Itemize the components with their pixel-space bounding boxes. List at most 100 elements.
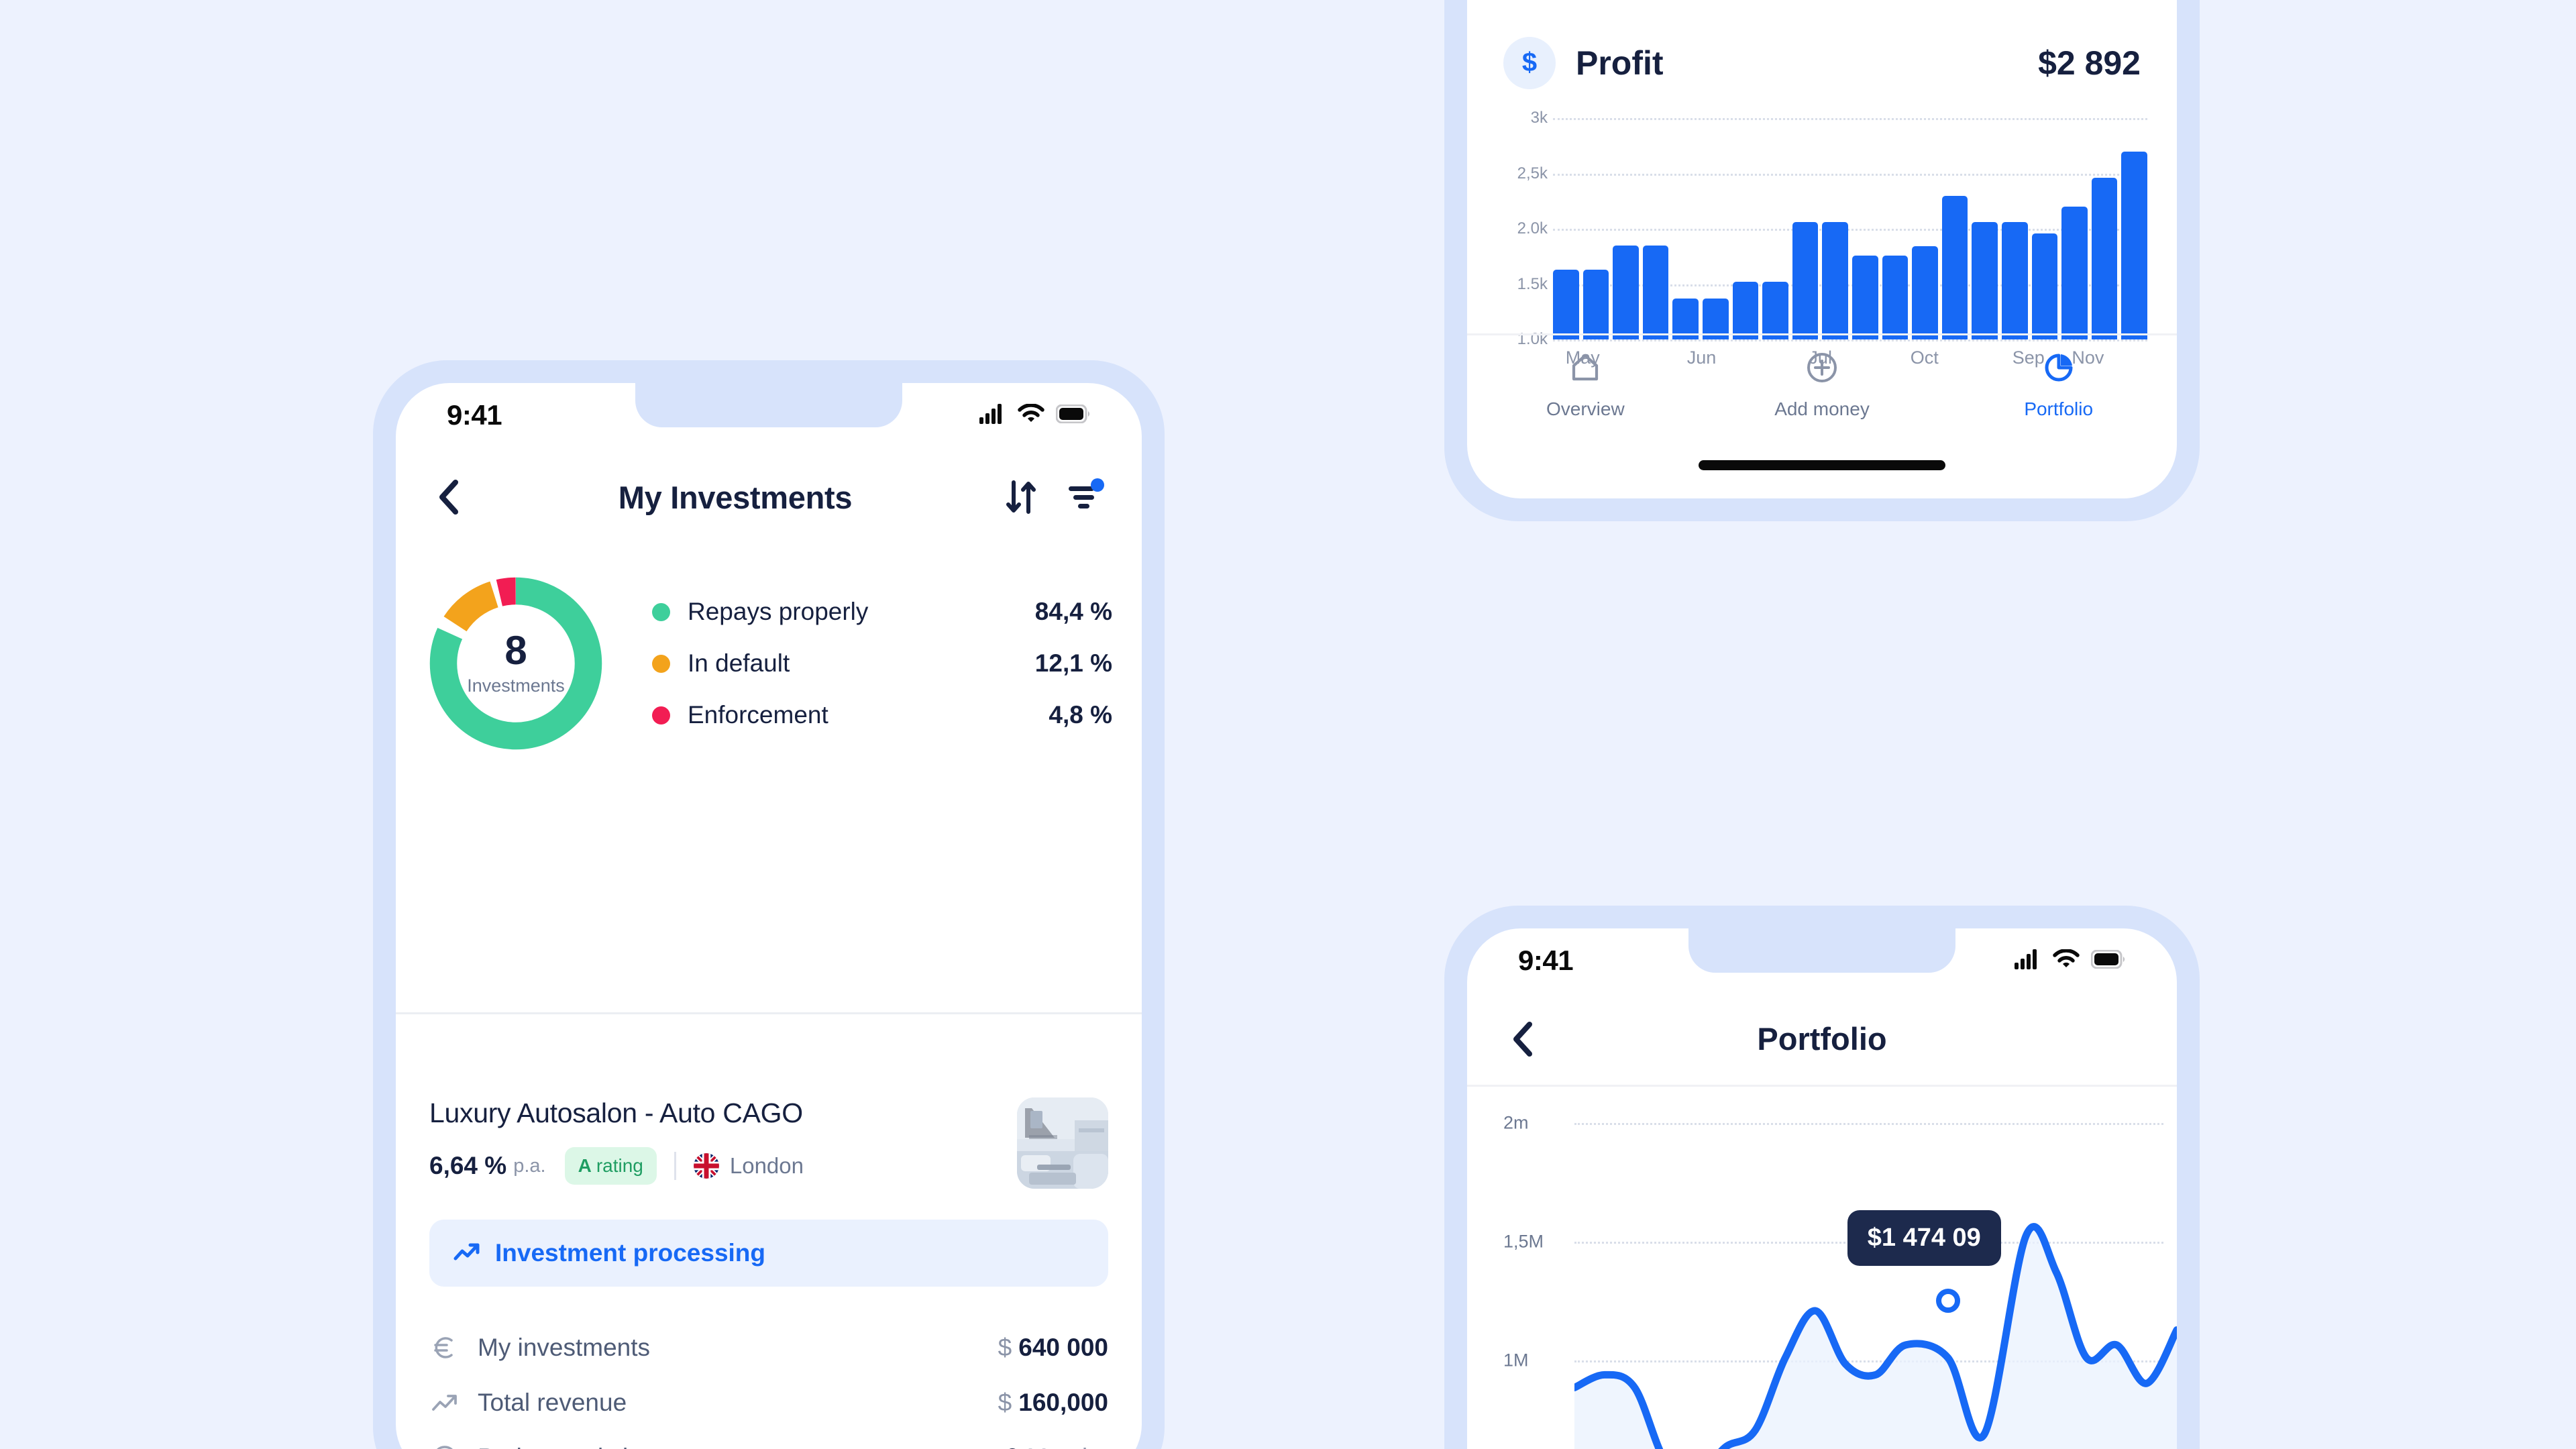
investment-rate-suffix: p.a. bbox=[513, 1155, 546, 1177]
page-title: My Investments bbox=[618, 479, 853, 515]
uk-flag-icon bbox=[693, 1153, 719, 1179]
dollar-icon: $ bbox=[1503, 37, 1556, 89]
tab-label: Portfolio bbox=[2024, 398, 2094, 419]
donut-summary-section: 8 Investments Repays properly 84,4 % In … bbox=[396, 563, 1142, 764]
cellular-signal-icon bbox=[2015, 949, 2041, 973]
phone-screen-portfolio: 9:41 Portfolio 2m 1,5M 1M $1 474 09 bbox=[1467, 928, 2177, 1449]
clock-icon bbox=[429, 1442, 460, 1449]
detail-row: My investments $640 000 bbox=[429, 1320, 1108, 1375]
bar bbox=[1822, 222, 1848, 339]
investment-card-info: Luxury Autosalon - Auto CAGO 6,64 % p.a.… bbox=[429, 1097, 993, 1185]
bottom-tab-bar: Overview Add money Portfolio bbox=[1467, 333, 2177, 434]
donut-legend: Repays properly 84,4 % In default 12,1 %… bbox=[652, 586, 1112, 741]
status-bar: 9:41 bbox=[1467, 928, 2177, 993]
donut-count: 8 bbox=[504, 628, 527, 673]
status-bar-icons bbox=[2015, 948, 2126, 973]
bar bbox=[1912, 246, 1938, 339]
portfolio-header: Portfolio bbox=[1467, 993, 2177, 1087]
battery-icon bbox=[2090, 949, 2126, 972]
phone-screen-investments: 9:41 My Investments 8 Investments Repays… bbox=[396, 383, 1142, 1449]
meta-separator bbox=[674, 1152, 676, 1180]
page-title: Portfolio bbox=[1757, 1021, 1887, 1057]
investment-card-top: Luxury Autosalon - Auto CAGO 6,64 % p.a.… bbox=[429, 1097, 1108, 1189]
home-indicator[interactable] bbox=[1699, 460, 1945, 470]
bar-chart-bars bbox=[1553, 118, 2147, 339]
detail-value: 6 Months bbox=[1005, 1444, 1108, 1449]
investments-header: My Investments bbox=[396, 447, 1142, 547]
bar bbox=[1762, 282, 1788, 339]
profit-amount: $2 892 bbox=[2038, 44, 2141, 82]
detail-row: Total revenue $160,000 bbox=[429, 1375, 1108, 1430]
filter-icon[interactable] bbox=[1067, 478, 1104, 515]
line-chart-series bbox=[1574, 1123, 2177, 1449]
legend-item: Enforcement 4,8 % bbox=[652, 690, 1112, 741]
sort-arrows-icon[interactable] bbox=[1004, 480, 1038, 515]
phone-screen-profit: $ Profit $2 892 3k 2,5k 2.0k 1.5k 1.0k May Ju… bbox=[1467, 0, 2177, 498]
legend-dot-enforcement bbox=[652, 706, 670, 724]
legend-label: Enforcement bbox=[688, 701, 828, 729]
investment-city: London bbox=[729, 1153, 804, 1178]
detail-label: Total revenue bbox=[478, 1389, 627, 1416]
home-icon bbox=[1567, 350, 1603, 389]
tab-add-money[interactable]: Add money bbox=[1704, 350, 1941, 420]
bar bbox=[1792, 222, 1819, 339]
filter-badge-dot bbox=[1091, 478, 1104, 492]
investment-thumbnail bbox=[1017, 1097, 1108, 1189]
line-chart-highlight-dot[interactable] bbox=[1935, 1289, 1960, 1313]
detail-unit: Months bbox=[1027, 1444, 1108, 1449]
pie-chart-icon bbox=[2041, 350, 2077, 389]
bar bbox=[2121, 151, 2147, 339]
status-banner-label: Investment processing bbox=[495, 1239, 766, 1267]
investment-card[interactable]: Luxury Autosalon - Auto CAGO 6,64 % p.a.… bbox=[396, 1097, 1142, 1449]
legend-item: In default 12,1 % bbox=[652, 638, 1112, 690]
bar bbox=[1553, 270, 1579, 339]
legend-dot-repays bbox=[652, 602, 670, 621]
status-bar-icons bbox=[979, 402, 1091, 427]
legend-dot-default bbox=[652, 654, 670, 673]
rating-badge: A rating bbox=[564, 1147, 657, 1185]
euro-icon bbox=[429, 1332, 460, 1363]
bar bbox=[1613, 245, 1639, 339]
detail-currency: $ bbox=[998, 1334, 1012, 1361]
donut-center-label: 8 Investments bbox=[425, 573, 606, 754]
detail-number: 160,000 bbox=[1018, 1389, 1108, 1416]
profit-bar-chart: 3k 2,5k 2.0k 1.5k 1.0k May Jun Jul Oct Sep Nov bbox=[1503, 109, 2147, 368]
investment-details-list: My investments $640 000 Total revenue $1… bbox=[429, 1320, 1108, 1449]
legend-value: 4,8 % bbox=[1049, 701, 1112, 729]
status-banner[interactable]: Investment processing bbox=[429, 1220, 1108, 1287]
header-actions bbox=[1004, 478, 1108, 515]
wifi-icon bbox=[1018, 402, 1044, 427]
detail-number: 6 bbox=[1005, 1444, 1019, 1449]
svg-text:$: $ bbox=[1522, 48, 1537, 77]
trending-up-icon bbox=[453, 1241, 480, 1266]
tab-overview[interactable]: Overview bbox=[1467, 350, 1704, 420]
detail-currency: $ bbox=[998, 1389, 1012, 1416]
donut-chart: 8 Investments bbox=[425, 573, 606, 754]
status-bar-time: 9:41 bbox=[1518, 945, 1574, 976]
tab-label: Add money bbox=[1774, 398, 1870, 419]
trending-up-icon bbox=[429, 1387, 460, 1418]
battery-icon bbox=[1055, 404, 1091, 427]
bar bbox=[1972, 222, 1998, 339]
page-root: 9:41 My Investments 8 Investments Repays… bbox=[0, 0, 2576, 1449]
detail-value: $160,000 bbox=[998, 1389, 1108, 1417]
y-axis-tick-label: 2.0k bbox=[1517, 219, 1548, 237]
bar bbox=[1851, 255, 1878, 339]
back-button[interactable] bbox=[429, 478, 467, 516]
y-axis-tick-label: 1,5M bbox=[1503, 1231, 1544, 1252]
cellular-signal-icon bbox=[979, 403, 1006, 427]
bar bbox=[2061, 207, 2088, 339]
plus-circle-icon bbox=[1804, 350, 1840, 389]
bar bbox=[2031, 233, 2058, 339]
wifi-icon bbox=[2053, 948, 2080, 973]
bar bbox=[1582, 270, 1609, 339]
bar bbox=[2001, 222, 2028, 339]
legend-label: In default bbox=[688, 649, 790, 677]
investment-meta: 6,64 % p.a. A rating London bbox=[429, 1147, 993, 1185]
detail-row: Project ends in 6 Months bbox=[429, 1430, 1108, 1449]
profit-title: Profit bbox=[1576, 44, 1664, 82]
bar bbox=[1642, 245, 1669, 339]
rating-letter: A bbox=[578, 1155, 592, 1176]
tab-portfolio[interactable]: Portfolio bbox=[1940, 350, 2177, 420]
investment-title: Luxury Autosalon - Auto CAGO bbox=[429, 1097, 803, 1128]
